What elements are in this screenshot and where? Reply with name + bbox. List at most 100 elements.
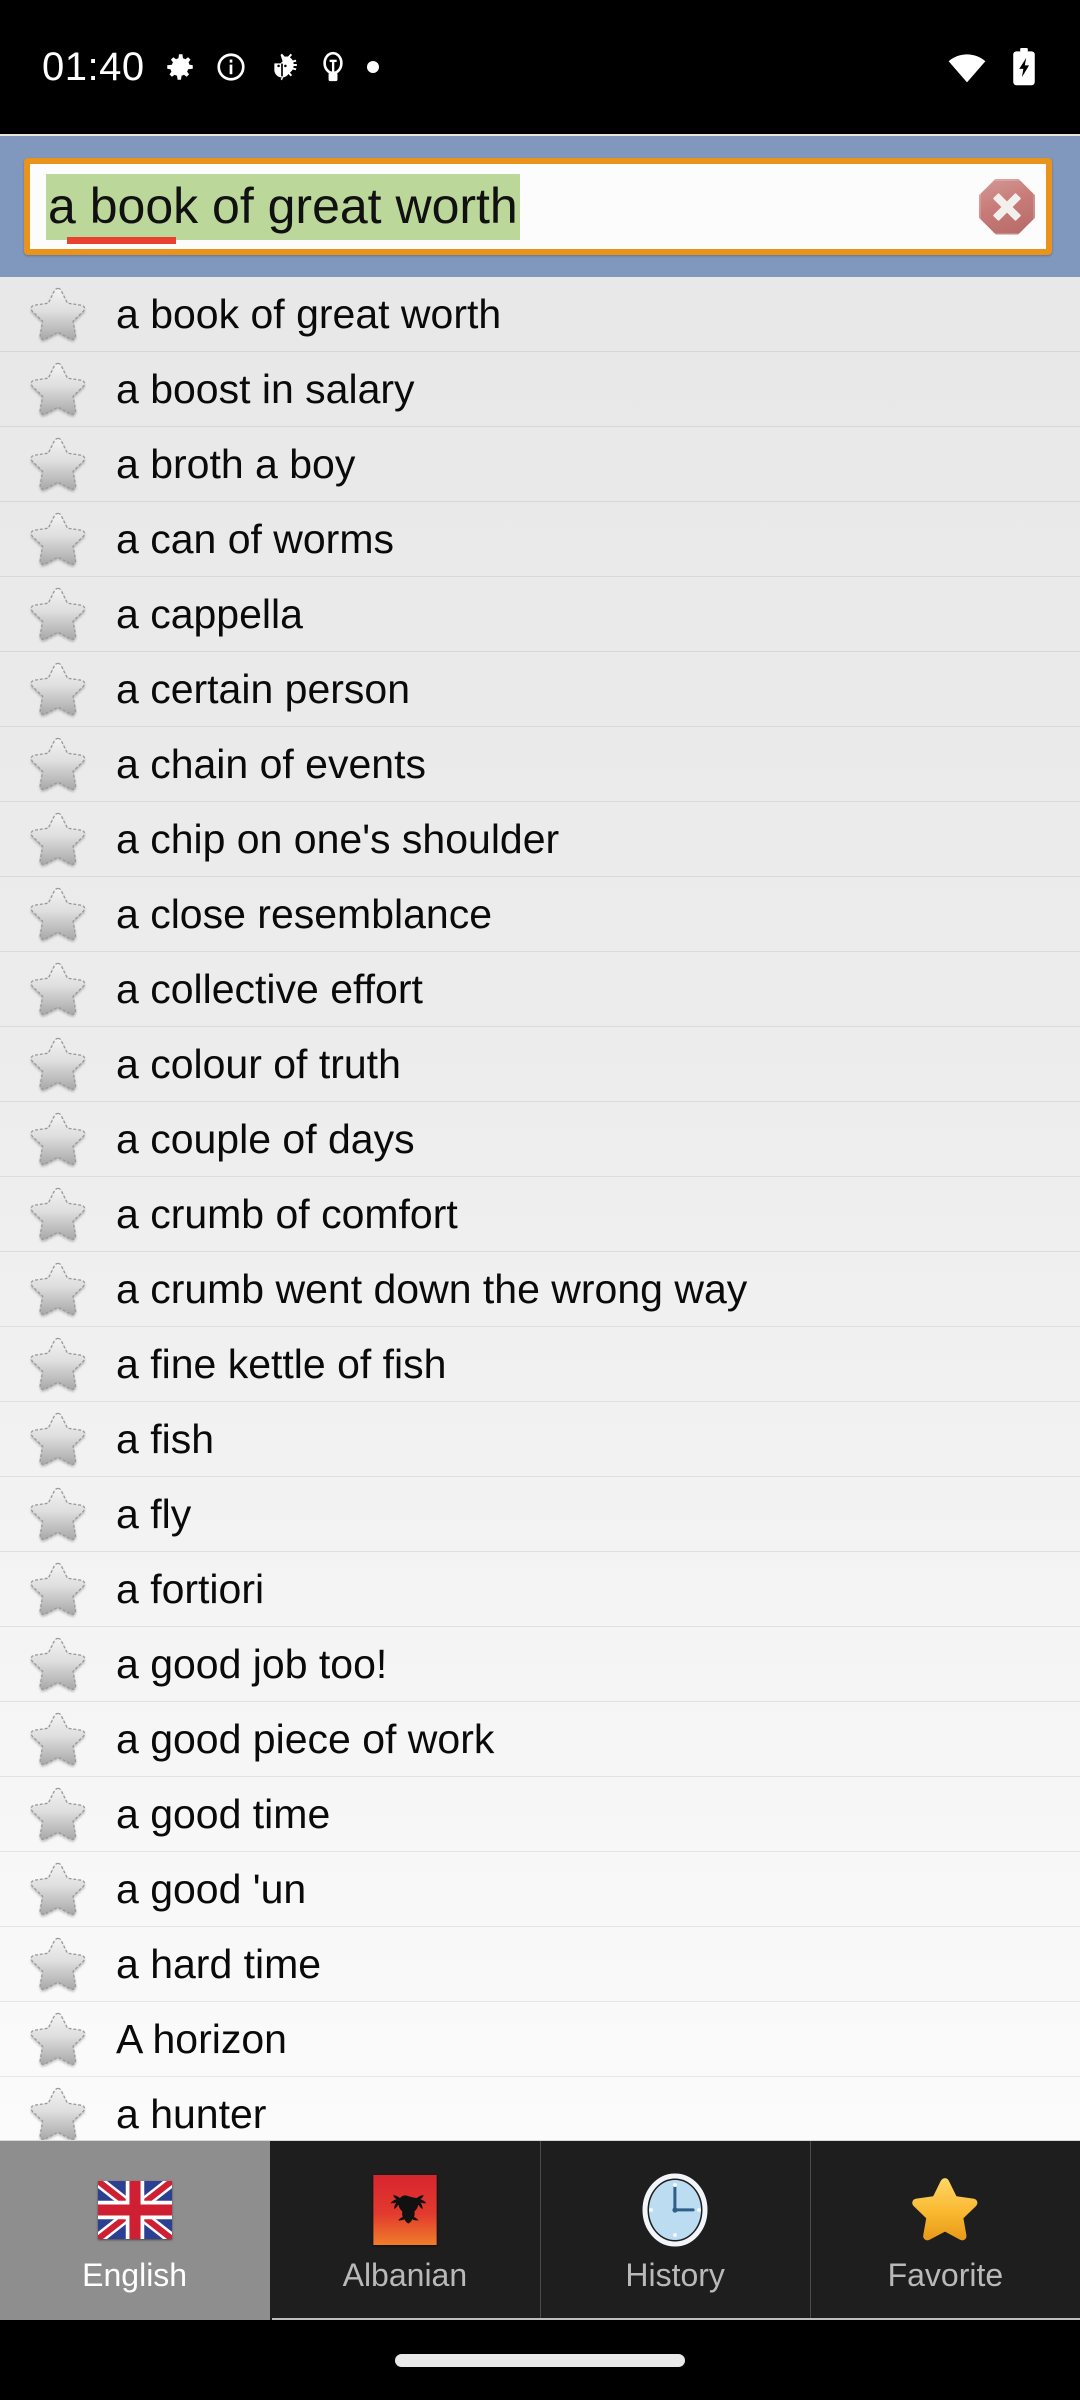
favorite-star-icon[interactable] <box>27 1860 89 1919</box>
favorite-toggle[interactable] <box>0 1260 116 1319</box>
bottom-tab-bar[interactable]: English Albanian History Favorite <box>0 2140 1080 2320</box>
favorite-star-icon[interactable] <box>27 2085 89 2141</box>
list-item[interactable]: a good time <box>0 1777 1080 1852</box>
favorite-toggle[interactable] <box>0 435 116 494</box>
list-item[interactable]: a colour of truth <box>0 1027 1080 1102</box>
favorite-star-icon[interactable] <box>27 885 89 944</box>
favorite-star-icon[interactable] <box>27 435 89 494</box>
favorite-star-icon[interactable] <box>27 810 89 869</box>
albania-flag-icon <box>373 2174 437 2245</box>
list-item[interactable]: a good 'un <box>0 1852 1080 1927</box>
list-item[interactable]: a crumb went down the wrong way <box>0 1252 1080 1327</box>
favorite-star-icon[interactable] <box>27 1110 89 1169</box>
favorite-toggle[interactable] <box>0 735 116 794</box>
favorite-star-icon[interactable] <box>27 510 89 569</box>
list-item[interactable]: a hard time <box>0 1927 1080 2002</box>
lightbulb-icon <box>322 51 343 82</box>
favorite-toggle[interactable] <box>0 360 116 419</box>
favorite-toggle[interactable] <box>0 1635 116 1694</box>
phone-screen: 01:40 a book of great worth a book of gr… <box>0 0 1080 2400</box>
favorite-star-icon[interactable] <box>27 360 89 419</box>
search-input[interactable]: a book of great worth <box>30 164 968 249</box>
list-item[interactable]: a crumb of comfort <box>0 1177 1080 1252</box>
favorite-star-icon[interactable] <box>27 1710 89 1769</box>
favorite-star-icon[interactable] <box>27 1785 89 1844</box>
favorite-star-icon[interactable] <box>27 1410 89 1469</box>
favorite-star-icon[interactable] <box>27 1935 89 1994</box>
favorite-toggle[interactable] <box>0 1035 116 1094</box>
favorite-star-icon[interactable] <box>27 285 89 344</box>
list-item[interactable]: a chip on one's shoulder <box>0 802 1080 877</box>
favorite-toggle[interactable] <box>0 810 116 869</box>
favorite-star-icon[interactable] <box>27 1260 89 1319</box>
favorite-toggle[interactable] <box>0 1785 116 1844</box>
list-item-label: a fine kettle of fish <box>116 1340 447 1387</box>
favorite-toggle[interactable] <box>0 1185 116 1244</box>
list-item[interactable]: a good job too! <box>0 1627 1080 1702</box>
list-item-label: a crumb went down the wrong way <box>116 1265 748 1312</box>
favorite-toggle[interactable] <box>0 2010 116 2069</box>
favorite-star-icon[interactable] <box>27 1485 89 1544</box>
favorite-toggle[interactable] <box>0 1410 116 1469</box>
list-item[interactable]: a boost in salary <box>0 352 1080 427</box>
favorite-star-icon[interactable] <box>27 1185 89 1244</box>
search-input-value[interactable]: a book of great worth <box>46 173 520 240</box>
favorite-star-icon[interactable] <box>27 2010 89 2069</box>
favorite-toggle[interactable] <box>0 660 116 719</box>
search-results-list[interactable]: a book of great worth a boost in salary … <box>0 277 1080 2140</box>
clock-icon <box>639 2171 711 2249</box>
list-item[interactable]: a fish <box>0 1402 1080 1477</box>
favorite-toggle[interactable] <box>0 885 116 944</box>
favorite-star-icon[interactable] <box>27 1335 89 1394</box>
list-item[interactable]: a collective effort <box>0 952 1080 1027</box>
favorite-star-icon[interactable] <box>27 1635 89 1694</box>
favorite-star-icon[interactable] <box>27 1035 89 1094</box>
list-item[interactable]: a couple of days <box>0 1102 1080 1177</box>
favorite-star-icon[interactable] <box>27 960 89 1019</box>
list-item-label: a good job too! <box>116 1640 388 1687</box>
list-item[interactable]: a can of worms <box>0 502 1080 577</box>
gesture-pill[interactable] <box>395 2353 685 2367</box>
list-item[interactable]: a fly <box>0 1477 1080 1552</box>
list-item[interactable]: A horizon <box>0 2002 1080 2077</box>
list-item[interactable]: a good piece of work <box>0 1702 1080 1777</box>
favorite-star-icon[interactable] <box>27 735 89 794</box>
tab-english[interactable]: English <box>0 2141 271 2320</box>
favorite-toggle[interactable] <box>0 1110 116 1169</box>
spellcheck-underline <box>67 237 176 244</box>
favorite-toggle[interactable] <box>0 1560 116 1619</box>
list-item-label: a hunter <box>116 2090 267 2137</box>
list-item-label: a crumb of comfort <box>116 1190 458 1237</box>
favorite-star-icon[interactable] <box>27 585 89 644</box>
list-item[interactable]: a hunter <box>0 2077 1080 2140</box>
list-item[interactable]: a broth a boy <box>0 427 1080 502</box>
list-item-label: a colour of truth <box>116 1040 401 1087</box>
list-item[interactable]: a chain of events <box>0 727 1080 802</box>
favorite-toggle[interactable] <box>0 1935 116 1994</box>
favorite-toggle[interactable] <box>0 960 116 1019</box>
favorite-toggle[interactable] <box>0 1860 116 1919</box>
favorite-star-icon[interactable] <box>27 660 89 719</box>
list-item[interactable]: a certain person <box>0 652 1080 727</box>
list-item[interactable]: a book of great worth <box>0 277 1080 352</box>
tab-favorite[interactable]: Favorite <box>810 2141 1080 2320</box>
tab-albanian[interactable]: Albanian <box>270 2141 541 2320</box>
favorite-toggle[interactable] <box>0 1485 116 1544</box>
list-item[interactable]: a fortiori <box>0 1552 1080 1627</box>
clear-icon[interactable] <box>979 178 1035 235</box>
list-item[interactable]: a cappella <box>0 577 1080 652</box>
favorite-toggle[interactable] <box>0 1710 116 1769</box>
tab-history[interactable]: History <box>540 2141 811 2320</box>
tab-label: Albanian <box>342 2256 468 2293</box>
clear-search-button[interactable] <box>968 158 1046 255</box>
favorite-toggle[interactable] <box>0 2085 116 2141</box>
list-item[interactable]: a fine kettle of fish <box>0 1327 1080 1402</box>
list-item[interactable]: a close resemblance <box>0 877 1080 952</box>
favorite-toggle[interactable] <box>0 1335 116 1394</box>
favorite-toggle[interactable] <box>0 585 116 644</box>
favorite-toggle[interactable] <box>0 510 116 569</box>
favorite-toggle[interactable] <box>0 285 116 344</box>
favorite-star-icon[interactable] <box>27 1560 89 1619</box>
star-icon <box>907 2171 983 2249</box>
search-box[interactable]: a book of great worth <box>24 158 1052 255</box>
